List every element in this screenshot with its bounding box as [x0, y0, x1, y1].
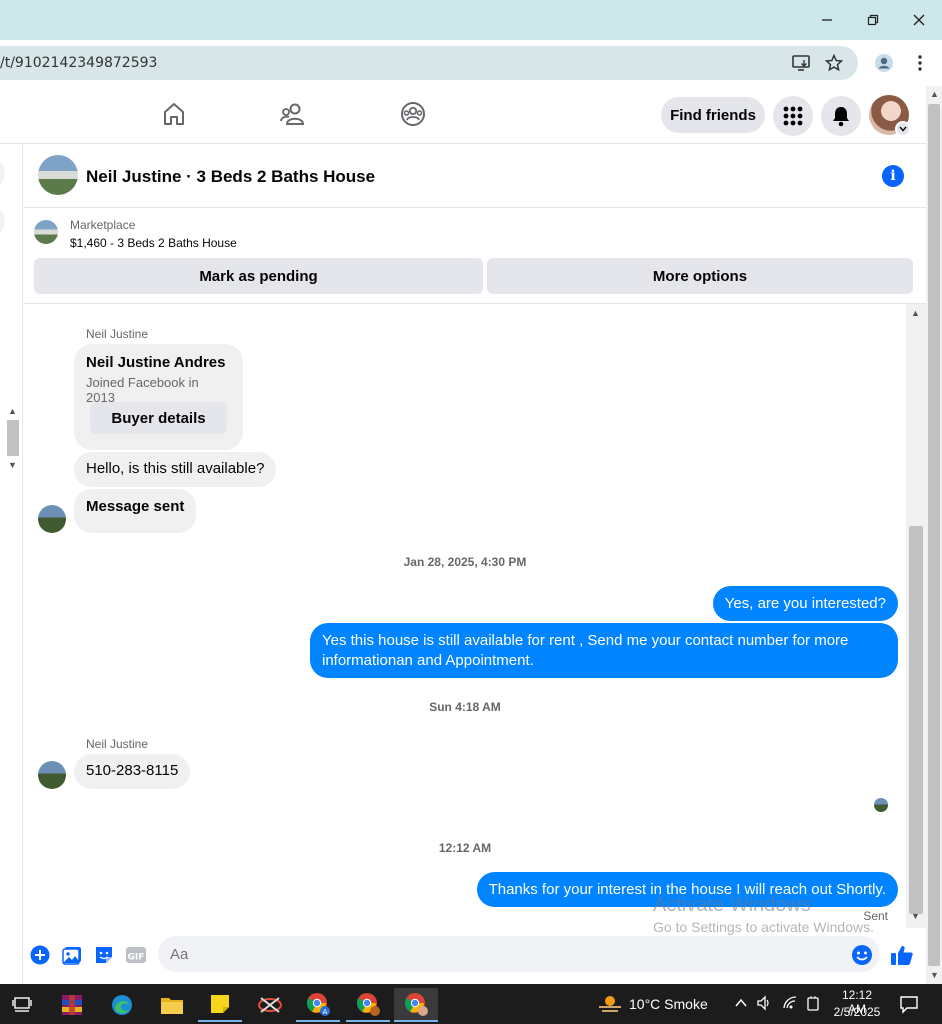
svg-text:A: A — [323, 1008, 328, 1016]
scroll-down-icon[interactable]: ▼ — [8, 460, 17, 470]
message-list: Neil Justine Neil Justine Andres Joined … — [24, 304, 906, 928]
grid-icon — [783, 106, 803, 126]
close-icon[interactable] — [904, 8, 934, 32]
browser-menu-icon[interactable] — [908, 51, 932, 75]
bookmark-star-icon[interactable] — [822, 51, 846, 75]
bell-icon — [833, 107, 849, 127]
add-icon[interactable] — [28, 943, 52, 967]
friends-icon[interactable] — [279, 99, 309, 129]
chevron-up-icon[interactable] — [734, 996, 748, 1015]
address-bar[interactable]: /t/9102142349872593 — [0, 46, 858, 80]
message-input[interactable] — [158, 936, 880, 972]
sender-name: Neil Justine — [86, 327, 149, 341]
scroll-up-icon[interactable]: ▲ — [911, 308, 920, 318]
minimize-icon[interactable] — [812, 8, 842, 32]
task-view-icon[interactable] — [0, 988, 44, 1022]
emoji-icon[interactable] — [850, 943, 874, 967]
message-bubble-outgoing[interactable]: Yes, are you interested? — [712, 586, 898, 621]
buyer-joined: Joined Facebook in 2013 — [86, 375, 199, 405]
page-scroll-thumb[interactable] — [928, 104, 940, 966]
message-status: Sent — [863, 909, 888, 923]
weather-text[interactable]: 10°C Smoke — [629, 996, 708, 1012]
chrome-profile-a-icon[interactable]: A — [296, 988, 340, 1022]
notification-center-icon[interactable] — [899, 994, 919, 1019]
notifications-button[interactable] — [821, 96, 861, 136]
message-scrollbar[interactable]: ▲ ▼ — [906, 304, 926, 928]
chrome-profile-b-icon[interactable] — [346, 988, 390, 1022]
message-bubble-outgoing[interactable]: Thanks for your interest in the house I … — [476, 872, 898, 907]
scroll-up-icon[interactable]: ▲ — [8, 406, 17, 416]
mark-as-pending-button[interactable]: Mark as pending — [34, 258, 483, 294]
sender-avatar[interactable] — [38, 505, 66, 533]
battery-plug-icon[interactable] — [806, 995, 820, 1016]
photo-icon[interactable] — [60, 943, 84, 967]
windows-taskbar: A 10°C Smoke 12:12 AM 2/5/2025 — [0, 984, 942, 1024]
chrome-profile-c-icon[interactable] — [394, 988, 438, 1022]
buyer-name: Neil Justine Andres — [86, 354, 226, 371]
listing-avatar[interactable] — [38, 155, 78, 195]
install-app-icon[interactable] — [790, 51, 814, 75]
browser-titlebar — [0, 0, 942, 40]
info-icon[interactable]: i — [882, 165, 904, 187]
left-panel-item[interactable] — [0, 206, 5, 236]
marketplace-label: Marketplace — [70, 218, 136, 232]
conversation-title[interactable]: Neil Justine · 3 Beds 2 Baths House — [86, 167, 375, 187]
message-bubble-incoming[interactable]: 510-283-8115 — [74, 754, 191, 789]
facebook-top-nav: Find friends — [0, 86, 926, 144]
buyer-profile-card: Neil Justine Andres Joined Facebook in 2… — [74, 344, 243, 450]
conversation-header: Neil Justine · 3 Beds 2 Baths House i — [24, 144, 926, 208]
menu-grid-button[interactable] — [773, 96, 813, 136]
sticky-notes-icon[interactable] — [198, 988, 242, 1022]
timestamp: Jan 28, 2025, 4:30 PM — [403, 555, 527, 569]
page-scrollbar[interactable]: ▲ ▼ — [926, 86, 942, 984]
message-scroll-thumb[interactable] — [909, 526, 923, 914]
scroll-up-icon[interactable]: ▲ — [930, 89, 939, 99]
snipping-tool-icon[interactable] — [248, 988, 292, 1022]
read-receipt-avatar — [874, 798, 888, 812]
listing-price-title[interactable]: $1,460 - 3 Beds 2 Baths House — [70, 236, 237, 250]
message-bubble-outgoing[interactable]: Yes this house is still available for re… — [310, 623, 898, 678]
gif-icon[interactable]: GIF — [124, 943, 148, 967]
url-text: /t/9102142349872593 — [0, 55, 158, 71]
message-composer: GIF — [24, 928, 926, 984]
speaker-icon[interactable] — [756, 995, 772, 1016]
address-row: /t/9102142349872593 — [0, 40, 942, 86]
left-panel-item[interactable] — [0, 158, 5, 188]
clock-date[interactable]: 2/5/2025 — [832, 1005, 882, 1019]
left-scroll-thumb[interactable] — [7, 420, 19, 456]
groups-icon[interactable] — [398, 99, 428, 129]
svg-text:GIF: GIF — [128, 953, 145, 963]
scroll-down-icon[interactable]: ▼ — [911, 911, 920, 921]
weather-icon[interactable] — [597, 993, 623, 1020]
more-options-button[interactable]: More options — [487, 258, 913, 294]
file-explorer-icon[interactable] — [150, 988, 194, 1022]
winrar-icon[interactable] — [50, 988, 94, 1022]
wifi-icon[interactable] — [782, 995, 798, 1016]
timestamp: Sun 4:18 AM — [429, 700, 501, 714]
left-panel-edge: ▲ ▼ — [0, 144, 23, 984]
buyer-details-button[interactable]: Buyer details — [90, 402, 227, 434]
sender-avatar[interactable] — [38, 761, 66, 789]
home-icon[interactable] — [159, 99, 189, 129]
left-scrollbar[interactable]: ▲ ▼ — [6, 406, 20, 474]
find-friends-button[interactable]: Find friends — [661, 97, 765, 133]
sticker-icon[interactable] — [92, 943, 116, 967]
sender-name: Neil Justine — [86, 737, 149, 751]
restore-icon[interactable] — [858, 8, 888, 32]
message-sent-notice: Message sent — [74, 489, 197, 533]
timestamp: 12:12 AM — [438, 841, 492, 855]
edge-browser-icon[interactable] — [100, 988, 144, 1022]
message-bubble-incoming[interactable]: Hello, is this still available? — [74, 452, 277, 487]
like-thumb-icon[interactable] — [890, 943, 914, 967]
listing-thumbnail[interactable] — [34, 220, 58, 244]
scroll-down-icon[interactable]: ▼ — [930, 970, 939, 980]
chevron-down-icon[interactable] — [895, 121, 911, 137]
marketplace-bar: Marketplace $1,460 - 3 Beds 2 Baths Hous… — [24, 208, 926, 304]
profile-icon[interactable] — [872, 51, 896, 75]
